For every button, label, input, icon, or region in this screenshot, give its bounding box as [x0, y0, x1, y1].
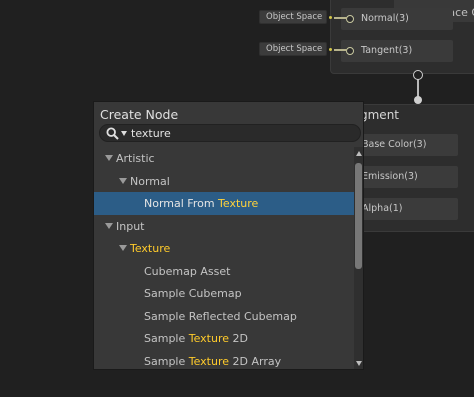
port-label: Tangent(3) — [361, 45, 413, 56]
tree-item-sample-texture-2d[interactable]: Sample Texture 2D — [94, 327, 354, 350]
tree-item-label: Normal — [130, 174, 170, 188]
expand-arrow-icon[interactable] — [105, 155, 113, 161]
tree-item-label: Sample Reflected Cubemap — [144, 309, 297, 323]
master-port-tangent[interactable]: Tangent(3) — [341, 40, 453, 62]
tree-item-sample-cubemap[interactable]: Sample Cubemap — [94, 282, 354, 305]
inline-port-dot — [329, 16, 332, 19]
tree-category-artistic[interactable]: Artistic — [94, 147, 354, 170]
scroll-down-arrow-icon[interactable] — [356, 361, 362, 366]
inline-port-dot — [329, 48, 332, 51]
expand-arrow-icon[interactable] — [105, 222, 113, 229]
expand-arrow-icon[interactable] — [119, 177, 127, 184]
tree-item-normal-from-texture[interactable]: Normal From Texture — [94, 192, 354, 215]
master-port-normal[interactable]: Normal(3) — [341, 8, 453, 30]
scrollbar-thumb[interactable] — [355, 163, 362, 269]
tree-item-cubemap-asset[interactable]: Cubemap Asset — [94, 260, 354, 283]
tree-category-normal[interactable]: Normal — [94, 170, 354, 193]
tree-item-label: Sample Texture 2D Array — [144, 354, 282, 368]
search-input[interactable] — [131, 126, 351, 141]
search-icon[interactable] — [106, 127, 119, 140]
port-label: Normal(3) — [361, 13, 409, 24]
port-connector-icon[interactable] — [346, 15, 354, 23]
scroll-up-arrow-icon[interactable] — [356, 151, 362, 156]
tree-category-texture[interactable]: Texture — [94, 237, 354, 260]
space-dropdown-tangent[interactable]: Object Space — [259, 42, 327, 56]
tree-item-label: Sample Texture 2D — [144, 332, 248, 345]
flow-port-out-icon[interactable] — [413, 70, 423, 80]
popup-title: Create Node — [100, 107, 179, 122]
tree-item-label: Normal From Texture — [144, 197, 259, 210]
tree-item-label: Texture — [130, 242, 171, 255]
fragment-port-emission[interactable]: Emission(3) — [358, 166, 458, 188]
fragment-port-alpha[interactable]: Alpha(1) — [358, 198, 458, 220]
port-label: Alpha(1) — [362, 203, 403, 214]
port-connector-icon[interactable] — [346, 47, 354, 55]
tree-item-label: Input — [116, 219, 145, 233]
port-label: Base Color(3) — [362, 139, 427, 150]
shader-graph-canvas[interactable]: Surface O Normal(3) Tangent(3) Object Sp… — [0, 0, 474, 397]
port-label: Emission(3) — [362, 171, 418, 182]
dropdown-caret-icon[interactable] — [121, 131, 127, 136]
create-node-popup[interactable]: Create Node Artistic Normal Normal From — [93, 101, 364, 370]
tree-item-sample-reflected-cubemap[interactable]: Sample Reflected Cubemap — [94, 305, 354, 328]
tree-item-label: Sample Cubemap — [144, 287, 242, 300]
node-tree[interactable]: Artistic Normal Normal From Texture Inpu… — [94, 147, 354, 370]
tree-item-label: Cubemap Asset — [144, 264, 231, 278]
space-dropdown-normal[interactable]: Object Space — [259, 10, 327, 24]
fragment-port-base-color[interactable]: Base Color(3) — [358, 134, 458, 156]
flow-port-in-icon[interactable] — [414, 96, 422, 104]
connection-wire — [334, 49, 347, 51]
expand-arrow-icon[interactable] — [119, 245, 127, 251]
tree-item-label: Artistic — [116, 152, 155, 165]
tree-category-input[interactable]: Input — [94, 215, 354, 238]
tree-item-sample-texture-2d-array[interactable]: Sample Texture 2D Array — [94, 350, 354, 370]
fragment-title: gment — [360, 108, 399, 122]
search-field[interactable] — [99, 124, 361, 142]
connection-wire — [334, 17, 347, 19]
